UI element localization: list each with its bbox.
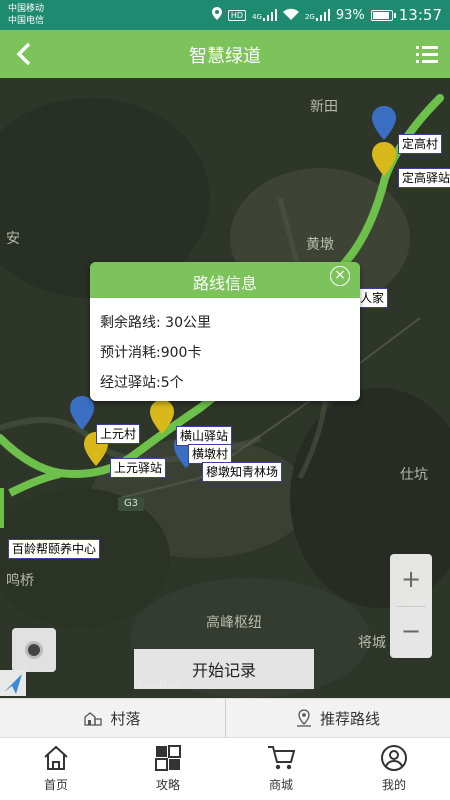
page-title: 智慧绿道 (189, 46, 261, 67)
place-name: 高峰枢纽 (206, 615, 262, 631)
tab-village-label: 村落 (110, 709, 141, 728)
menu-dot (416, 53, 419, 56)
nav-mine[interactable]: 我的 (338, 744, 450, 796)
place-name: 新田 (310, 99, 338, 115)
list-menu-icon (416, 46, 419, 49)
home-icon (44, 745, 68, 770)
battery-icon (370, 9, 396, 21)
wifi-icon (282, 8, 299, 23)
dialog-header: 路线信息 × (90, 262, 360, 298)
bottom-nav: 首页 攻略 商城 我的 (0, 738, 450, 800)
nav-mall-label: 商城 (268, 778, 293, 792)
tab-recommended-route[interactable]: 推荐路线 (226, 699, 450, 737)
close-icon[interactable]: × (330, 266, 350, 286)
locate-button[interactable] (12, 628, 56, 672)
map-tab-row: 村落 推荐路线 (0, 698, 450, 738)
poi-label[interactable]: 横墩村 (188, 444, 233, 464)
menu-line (422, 60, 438, 63)
navigation-arrow-icon (0, 670, 26, 696)
menu-line (422, 46, 438, 49)
carrier-1: 中国移动 (8, 4, 45, 14)
nav-mine-label: 我的 (381, 778, 406, 792)
net-4g-label: 4G (252, 13, 262, 21)
dialog-title: 路线信息 (192, 274, 257, 293)
app-header: 智慧绿道 (0, 30, 450, 78)
menu-button[interactable] (416, 44, 438, 64)
estimated-calories: 预计消耗:900卡 (100, 345, 202, 361)
map-pin-yellow[interactable] (372, 142, 396, 176)
menu-dot (416, 60, 419, 63)
location-pin-icon (296, 709, 311, 727)
road-badge: G3 (118, 497, 144, 511)
poi-label[interactable]: 横山驿站 (176, 426, 233, 446)
net-2g-label: 2G (304, 13, 315, 21)
nav-mall[interactable]: 商城 (225, 744, 337, 796)
user-icon (381, 745, 407, 771)
zoom-control: + − (390, 554, 432, 658)
zoom-in-button[interactable]: + (390, 554, 432, 604)
poi-label[interactable]: 穆墩知青林场 (202, 462, 283, 482)
place-name: 将城 (358, 635, 386, 651)
nav-guide-label: 攻略 (155, 778, 180, 792)
tab-village[interactable]: 村落 (0, 699, 225, 737)
poi-label[interactable]: 定高村 (398, 134, 443, 154)
place-name: 黄墩 (306, 237, 334, 253)
route-info-dialog: 路线信息 × 剩余路线: 30公里 预计消耗:900卡 经过驿站:5个 (90, 262, 360, 401)
menu-line (422, 53, 438, 56)
village-icon (84, 712, 103, 726)
place-name: 仕坑 (400, 467, 428, 483)
signal-4g-icon: 4G (252, 9, 277, 21)
nav-guide[interactable]: 攻略 (112, 744, 224, 796)
zoom-out-button[interactable]: − (390, 606, 432, 656)
start-record-button[interactable]: 开始记录 (134, 649, 314, 689)
locate-icon (25, 641, 43, 659)
carrier-info: 中国移动 中国电信 (8, 3, 44, 27)
battery-percent: 93% (335, 7, 365, 23)
map-pin-blue[interactable] (70, 396, 94, 430)
status-icons: HD 4G 2G 93% 13:57 (211, 6, 442, 24)
location-icon (211, 7, 222, 23)
cart-icon (268, 746, 295, 770)
carrier-2: 中国电信 (8, 16, 45, 26)
battery-fill (372, 11, 389, 19)
status-bar: 中国移动 中国电信 HD 4G 2G 93% 13:57 (0, 0, 450, 30)
poi-label[interactable]: 定高驿站 (398, 168, 450, 188)
stations-passed: 经过驿站:5个 (100, 375, 184, 391)
nav-home[interactable]: 首页 (0, 744, 112, 796)
place-name: 鸣桥 (6, 573, 34, 589)
nav-home-label: 首页 (43, 778, 68, 792)
poi-label[interactable]: 上元村 (96, 424, 141, 444)
clock: 13:57 (398, 6, 442, 24)
map-pin-yellow[interactable] (150, 400, 174, 434)
hd-badge: HD (227, 9, 247, 21)
remaining-route: 剩余路线: 30公里 (100, 315, 211, 331)
poi-label[interactable]: 百龄帮颐养中心 (8, 539, 101, 559)
tab-route-label: 推荐路线 (319, 709, 380, 728)
signal-2g-icon: 2G (305, 9, 330, 21)
poi-label[interactable]: 上元驿站 (110, 458, 167, 478)
grid-icon (155, 745, 181, 771)
map-pin-blue[interactable] (372, 106, 396, 140)
poi-label[interactable]: 人家 (356, 288, 389, 308)
place-name: 安 (6, 231, 20, 247)
